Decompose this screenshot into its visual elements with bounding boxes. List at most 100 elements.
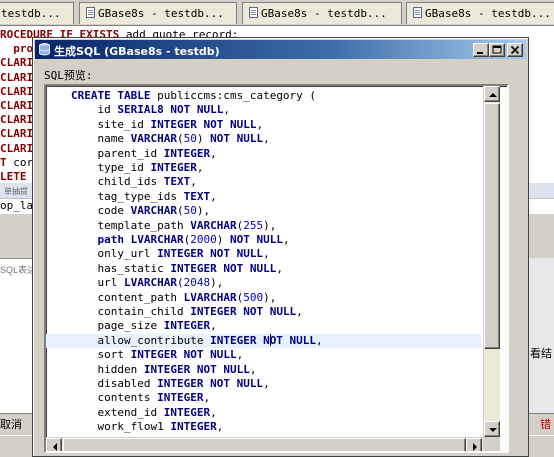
scroll-down-button[interactable] [484,421,500,437]
sql-keyword: path [71,233,124,246]
sql-text: only_url [71,247,158,261]
sql-keyword: NOT NULL [203,117,257,131]
sql-text: ) [216,233,230,246]
sql-type: VARCHAR [190,218,237,232]
scroll-left-button[interactable] [46,438,62,451]
editor-line: T cor [0,156,33,170]
sql-text: , [276,261,283,275]
sql-keyword: NOT NULL [183,348,237,362]
sql-text: ), [210,276,224,290]
sql-number: 2000 [190,233,217,246]
sql-type: INTEGER [143,362,191,376]
horizontal-scrollbar[interactable] [46,437,483,451]
sql-code-line: name VARCHAR(50) NOT NULL, [71,132,270,146]
sql-code-line: has_static INTEGER NOT NULL, [71,261,283,276]
sql-text: , [263,377,270,390]
sql-text: contain_child [71,305,191,318]
editor-line: CLARI [0,142,33,156]
dialog-title: 生成SQL (GBase8s - testdb) [54,45,220,58]
sql-preview-textarea[interactable]: CREATE TABLE publiccms:cms_category ( id… [44,84,509,453]
sql-text: type_id [71,161,151,174]
sql-text: parent_id [71,146,164,160]
sql-type: TEXT [183,189,211,203]
sql-keyword: NOT NULL [196,362,250,376]
sql-text: site_id [71,117,151,131]
sql-code-line: content_path LVARCHAR(500), [71,291,276,305]
sql-text: , [223,103,230,117]
vertical-scroll-thumb[interactable] [484,103,500,349]
sql-keyword: NOT NULL [223,261,277,275]
editor-line: CLARI [0,127,33,141]
sql-expression-label: SQL表达 [0,265,37,275]
editor-keyword: CLARI [0,56,34,70]
sql-text: , [210,189,217,203]
sql-keyword: NOT NULL [210,377,264,390]
sql-type: SERIAL8 [117,103,164,117]
editor-tab-label: GBase8s - testdb... [98,7,224,20]
sql-type: INTEGER [163,146,211,160]
sql-code-line: contents INTEGER, [71,391,210,405]
sql-code-line: site_id INTEGER NOT NULL, [71,118,263,132]
vertical-scrollbar[interactable] [483,86,500,437]
close-button[interactable] [507,43,523,57]
sql-code-line: type_id INTEGER, [71,161,203,175]
sql-text: , [282,233,290,246]
editor-keyword: LETE [0,170,27,183]
database-icon [39,43,50,56]
sql-code-line: page_size INTEGER, [71,319,216,333]
bottom-tab-cancel[interactable]: 取消 [0,416,22,432]
scroll-up-button[interactable] [484,86,500,102]
maximize-button[interactable] [489,43,505,57]
sql-keyword: NOT NULL [170,103,224,117]
sql-number: 50 [183,204,197,218]
scrollbar-corner [483,437,500,451]
sql-number: 2048 [183,276,211,290]
sql-code-line: contain_child INTEGER NOT NULL, [71,305,303,319]
sql-type: INTEGER [157,247,204,261]
generate-sql-dialog: 生成SQL (GBase8s - testdb) SQL预览: CREATE T… [32,37,529,457]
sql-text: tag_type_ids [71,189,184,203]
editor-tabbar: testdb... GBase8s - testdb... GBase8s - … [0,0,554,26]
sql-type: INTEGER [130,348,177,362]
minimize-button[interactable] [473,43,489,57]
sql-type: LVARCHAR [130,233,184,246]
scroll-right-button[interactable] [466,438,482,451]
sql-text: child_ids [71,175,164,189]
document-icon [86,7,95,18]
editor-line: CLARI [0,71,33,85]
editor-tab[interactable]: GBase8s - testdb... [79,2,237,24]
sql-keyword: CREATE TABLE [71,89,151,102]
editor-keyword: CLARI [0,99,34,112]
editor-tab[interactable]: GBase8s - testdb... [242,2,402,24]
document-icon [413,7,422,18]
sql-keyword: NOT NULL [229,233,283,246]
editor-tab[interactable]: testdb... [0,2,74,24]
editor-tab-label: testdb... [1,7,61,20]
sql-type: INTEGER [163,405,211,419]
editor-tab[interactable]: GBase8s - testdb... [406,2,554,24]
sql-text: , [296,305,303,318]
hint-text: 单抽提 [4,187,28,196]
sql-text: id [71,103,118,117]
sql-code-line: CREATE TABLE publiccms:cms_category ( [71,89,316,103]
editor-text: cor [6,155,34,169]
text-caret [269,333,271,346]
sql-text: ), [263,290,277,304]
arrow-left-icon [53,443,57,451]
sql-text: ) [196,132,211,146]
sql-text: template_path [71,218,191,232]
sql-code-line: only_url INTEGER NOT NULL, [71,247,269,261]
sql-text: extend_id [71,405,164,419]
horizontal-scroll-thumb[interactable] [63,438,466,451]
editor-line: CLARI [0,85,33,99]
sql-text: , [263,132,270,146]
sql-text: ), [196,204,211,218]
sql-code-line: code VARCHAR(50), [71,204,210,218]
editor-keyword: CLARI [0,84,34,98]
sql-text: sort [71,348,131,362]
maximize-icon [492,45,502,54]
sql-type: LVARCHAR [123,276,177,290]
sql-text: , [216,420,224,434]
dialog-titlebar[interactable]: 生成SQL (GBase8s - testdb) [35,40,526,59]
